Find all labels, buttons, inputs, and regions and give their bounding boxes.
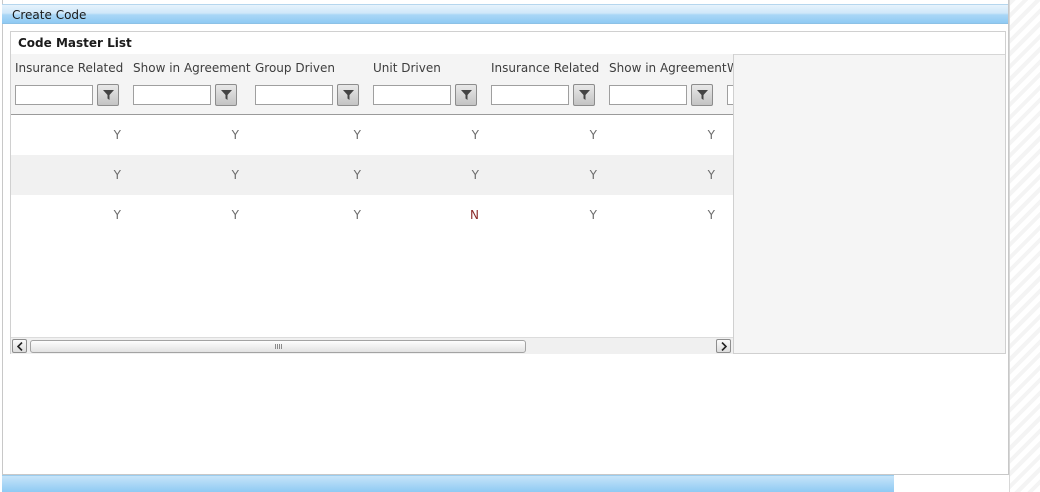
filter-funnel-icon (697, 90, 708, 100)
app-window: Create Code Code Master List Insurance R… (0, 0, 1040, 492)
table-cell: Y (231, 168, 239, 182)
filter-funnel-icon (461, 90, 472, 100)
table-cell: Y (589, 168, 597, 182)
code-master-panel: Code Master List Insurance Related Show … (10, 31, 1006, 354)
table-cell: Y (707, 128, 715, 142)
table-cell: N (470, 208, 479, 222)
filter-funnel-icon (103, 90, 114, 100)
panel-title: Code Master List (18, 36, 132, 50)
table-cell: Y (353, 128, 361, 142)
column-header-unit-driven[interactable]: Unit Driven (373, 61, 441, 75)
horizontal-scrollbar[interactable] (11, 337, 733, 354)
column-header-insurance-related-2[interactable]: Insurance Related (491, 61, 599, 75)
table-cell: Y (113, 208, 121, 222)
table-cell: Y (231, 128, 239, 142)
arrow-right-icon (721, 342, 727, 351)
table-cell: Y (707, 168, 715, 182)
panel-header: Code Master List (11, 32, 1005, 55)
column-header-show-in-agreement[interactable]: Show in Agreement (133, 61, 251, 75)
scroll-left-button[interactable] (12, 339, 27, 353)
filter-funnel-icon (579, 90, 590, 100)
filter-input-unit-driven[interactable] (373, 85, 451, 105)
filter-input-insurance-related[interactable] (15, 85, 93, 105)
code-master-grid: Insurance Related Show in Agreement Grou… (11, 54, 734, 354)
column-header-show-in-agreement-2[interactable]: Show in Agreement (609, 61, 727, 75)
table-cell: Y (707, 208, 715, 222)
filter-button[interactable] (215, 84, 237, 106)
table-row[interactable]: Y Y Y N Y Y (11, 195, 733, 235)
filter-button[interactable] (455, 84, 477, 106)
table-cell: Y (113, 128, 121, 142)
bottom-status-bar (2, 475, 894, 492)
table-row[interactable]: Y Y Y Y Y Y (11, 155, 733, 195)
table-cell: Y (589, 128, 597, 142)
filter-input-insurance-related-2[interactable] (491, 85, 569, 105)
table-row[interactable]: Y Y Y Y Y Y (11, 115, 733, 155)
arrow-left-icon (17, 342, 23, 351)
filter-button[interactable] (691, 84, 713, 106)
filter-funnel-icon (343, 90, 354, 100)
filter-button[interactable] (573, 84, 595, 106)
filter-input-group-driven[interactable] (255, 85, 333, 105)
filter-input-truncated[interactable] (727, 85, 733, 105)
grid-header-row: Insurance Related Show in Agreement Grou… (11, 54, 733, 80)
filter-funnel-icon (221, 90, 232, 100)
table-cell: Y (353, 168, 361, 182)
table-cell: Y (589, 208, 597, 222)
column-header-truncated[interactable]: W (727, 61, 733, 75)
column-header-insurance-related[interactable]: Insurance Related (15, 61, 123, 75)
hatched-gutter (1009, 0, 1040, 492)
table-cell: Y (113, 168, 121, 182)
window-title-bar: Create Code (2, 4, 1008, 24)
scrollbar-thumb[interactable] (30, 340, 526, 353)
grid-filter-row (11, 80, 733, 115)
table-cell: Y (231, 208, 239, 222)
scroll-right-button[interactable] (716, 339, 731, 353)
grip-icon (275, 344, 282, 349)
table-cell: Y (353, 208, 361, 222)
window-title: Create Code (12, 8, 87, 22)
column-header-group-driven[interactable]: Group Driven (255, 61, 335, 75)
filter-input-show-in-agreement-2[interactable] (609, 85, 687, 105)
filter-button[interactable] (337, 84, 359, 106)
table-cell: Y (471, 128, 479, 142)
table-cell: Y (471, 168, 479, 182)
filter-input-show-in-agreement[interactable] (133, 85, 211, 105)
filter-button[interactable] (97, 84, 119, 106)
